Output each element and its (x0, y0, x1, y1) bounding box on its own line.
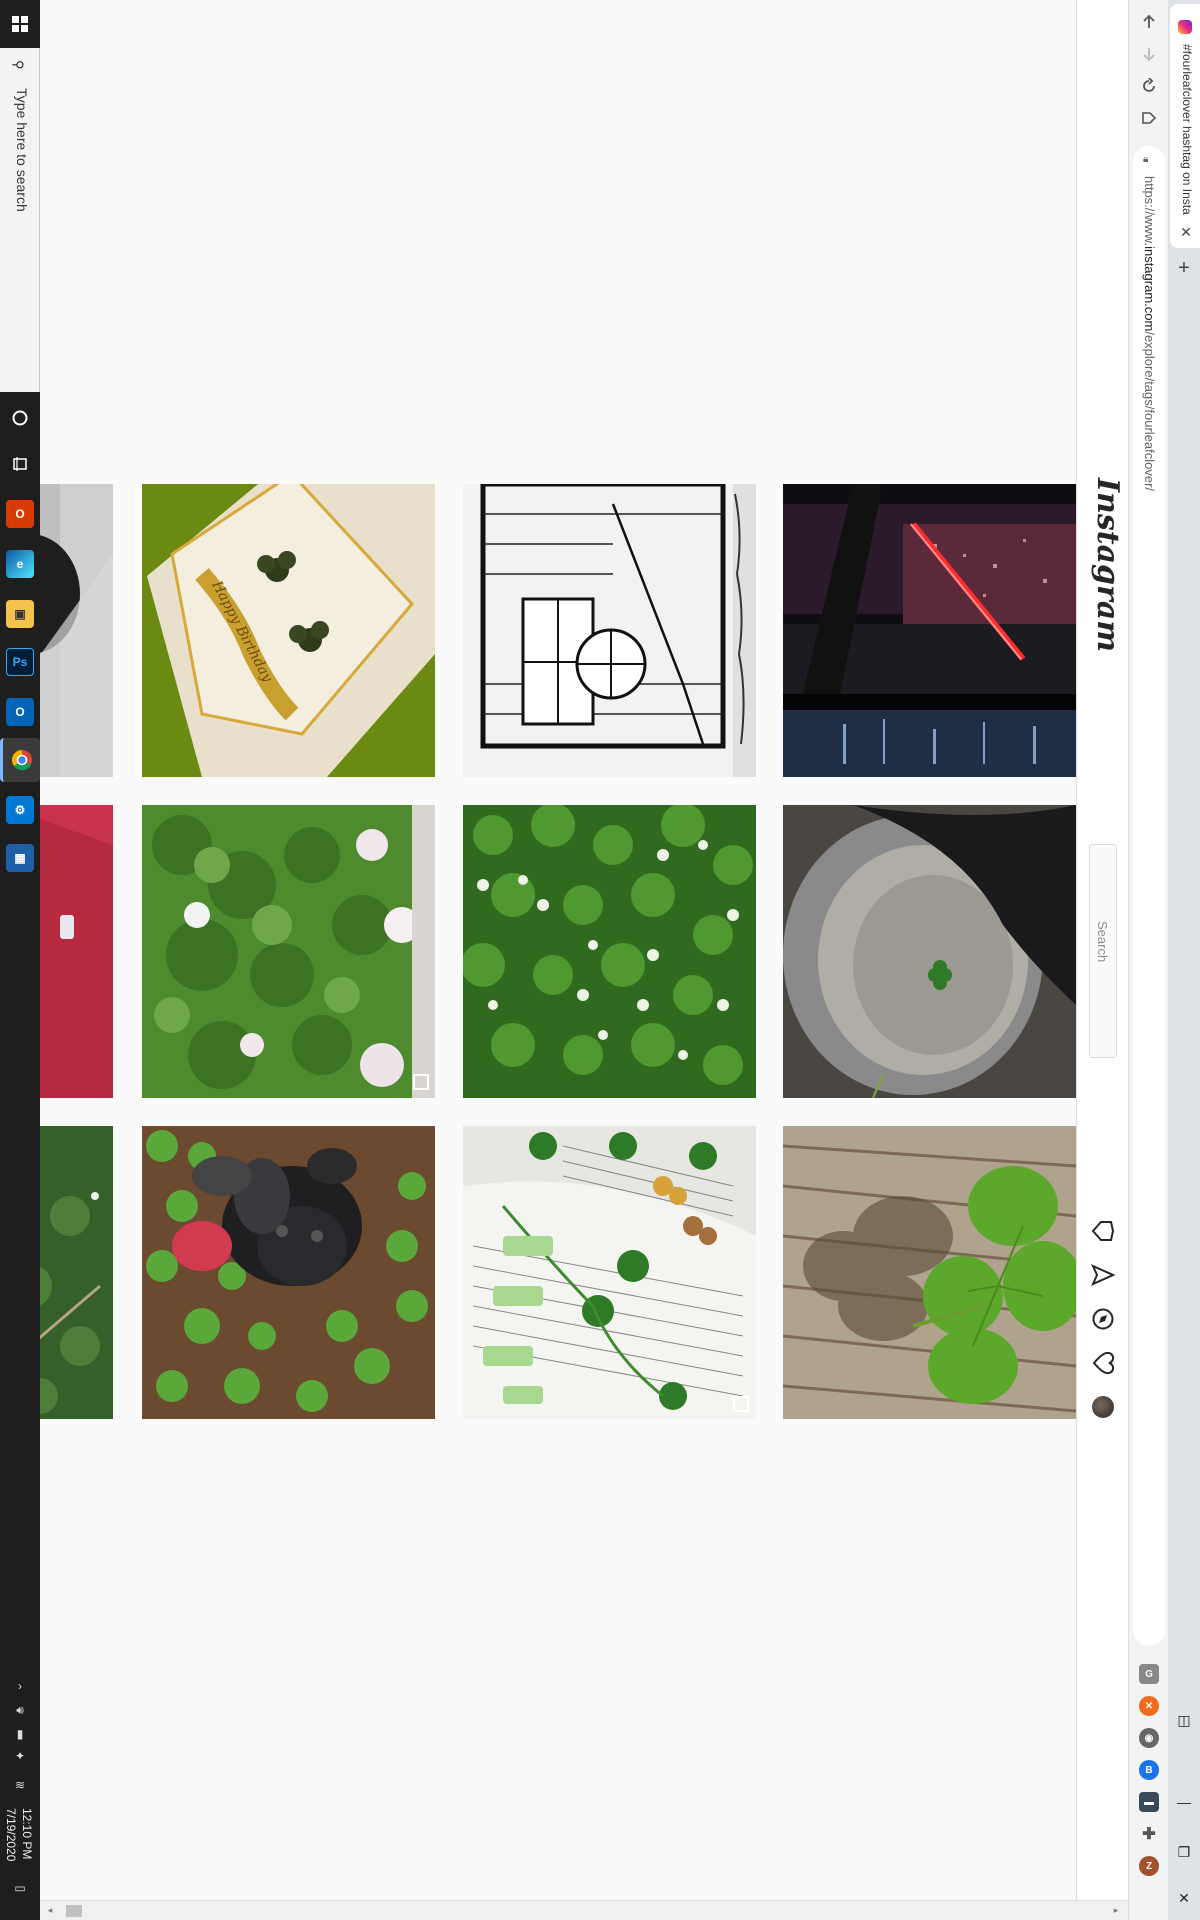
post-tile[interactable] (463, 805, 756, 1098)
instagram-header: Instagram Search (1076, 0, 1128, 1900)
extension-dark-icon[interactable]: ▬ (1139, 1792, 1159, 1812)
lock-icon: 🔒︎ (1143, 154, 1149, 165)
file-explorer-icon[interactable]: ▣ (6, 600, 34, 628)
grammarly-extension-icon[interactable]: G (1139, 1664, 1159, 1684)
post-tile[interactable] (463, 484, 756, 777)
battery-icon[interactable]: ▮ (0, 1724, 40, 1744)
extension-circle-icon[interactable]: ◉ (1139, 1728, 1159, 1748)
taskbar-search-placeholder: Type here to search (14, 88, 30, 212)
store-icon[interactable]: ▦ (6, 844, 34, 872)
activity-heart-icon[interactable] (1090, 1350, 1116, 1376)
avatar (1092, 1396, 1114, 1418)
tab-title: #fourleafclover hashtag on Insta (1180, 44, 1194, 215)
minimize-icon[interactable]: — (1172, 1790, 1196, 1814)
clock-time: 12:10 PM (20, 1808, 34, 1860)
maximize-restore-icon[interactable]: ◫ (1172, 1708, 1196, 1732)
scrollbar-thumb[interactable] (66, 1905, 82, 1917)
restore-icon[interactable]: ❐ (1172, 1840, 1196, 1864)
taskbar-search-box[interactable]: ⚲ Type here to search (0, 48, 40, 392)
wifi-icon[interactable]: ≋ (0, 1774, 40, 1796)
post-tile[interactable] (463, 1126, 756, 1419)
url-prefix: https://www. (1142, 176, 1157, 247)
tab-strip: #fourleafclover hashtag on Insta ✕ + ◫ —… (1168, 0, 1200, 1920)
reload-icon[interactable] (1137, 74, 1161, 98)
post-tile[interactable] (40, 1126, 113, 1419)
chevron-up-icon[interactable]: › (0, 1674, 40, 1698)
scroll-right-arrow-icon[interactable]: ▸ (1110, 1905, 1122, 1917)
forward-arrow-icon[interactable] (1137, 42, 1161, 66)
instagram-logo[interactable]: Instagram (1090, 478, 1125, 652)
home-icon[interactable] (1090, 1218, 1116, 1244)
post-tile[interactable] (142, 805, 435, 1098)
chrome-icon[interactable] (0, 738, 40, 782)
instagram-search-input[interactable]: Search (1089, 844, 1117, 1058)
search-icon: ⚲ (11, 60, 26, 70)
clock-date: 7/19/2020 (4, 1808, 18, 1862)
extensions-puzzle-icon[interactable]: ✚ (1139, 1824, 1159, 1844)
cortana-icon[interactable] (6, 404, 34, 432)
notification-icon[interactable]: ▭ (0, 1876, 40, 1900)
taskbar-clock[interactable]: 12:10 PM 7/19/2020 (4, 1808, 38, 1878)
profile-avatar[interactable] (1090, 1394, 1116, 1420)
settings-gear-icon[interactable]: ⚙ (6, 796, 34, 824)
instagram-favicon-icon (1178, 20, 1192, 34)
post-tile[interactable] (142, 1126, 435, 1419)
close-window-icon[interactable]: ✕ (1172, 1886, 1196, 1910)
horizontal-scrollbar[interactable]: ◂ ▸ (40, 1900, 1128, 1920)
back-arrow-icon[interactable] (1137, 10, 1161, 34)
post-tile[interactable] (783, 484, 1076, 777)
scroll-left-arrow-icon[interactable]: ◂ (44, 1905, 56, 1917)
url-text: https://www.instagram.com/explore/tags/f… (1142, 176, 1157, 491)
address-bar[interactable]: 🔒︎ https://www.instagram.com/explore/tag… (1133, 146, 1165, 1646)
extension-blue-icon[interactable]: B (1139, 1760, 1159, 1780)
edge-icon[interactable]: e (6, 550, 34, 578)
explore-compass-icon[interactable] (1090, 1306, 1116, 1332)
outlook-icon[interactable]: O (6, 698, 34, 726)
windows-logo-icon (12, 16, 28, 32)
post-tile[interactable] (783, 1126, 1076, 1419)
task-view-icon[interactable] (6, 450, 34, 478)
dropbox-icon[interactable]: ✦ (0, 1746, 40, 1766)
post-tile[interactable] (40, 805, 113, 1098)
start-button[interactable] (0, 0, 40, 48)
browser-toolbar: 🔒︎ https://www.instagram.com/explore/tag… (1128, 0, 1168, 1920)
tab-close-icon[interactable]: ✕ (1178, 224, 1194, 240)
instagram-explore-grid: Happy Birthday (40, 0, 1076, 1900)
url-path: /explore/tags/fourleafclover/ (1142, 331, 1157, 492)
windows-taskbar: ⚲ Type here to search O e ▣ Ps O ⚙ ▦ › 🔊… (0, 0, 40, 1920)
post-tile[interactable] (783, 805, 1076, 1098)
post-tile[interactable]: Happy Birthday (142, 484, 435, 777)
extension-orange-icon[interactable]: ✕ (1139, 1696, 1159, 1716)
tab-instagram[interactable]: #fourleafclover hashtag on Insta ✕ (1170, 4, 1200, 248)
direct-message-icon[interactable] (1090, 1262, 1116, 1288)
photoshop-icon[interactable]: Ps (6, 648, 34, 676)
instagram-search-placeholder: Search (1095, 921, 1110, 963)
profile-icon[interactable]: Z (1139, 1856, 1159, 1876)
post-tile[interactable] (40, 484, 113, 777)
new-tab-icon[interactable]: + (1174, 258, 1194, 278)
url-domain: instagram.com (1142, 246, 1157, 332)
speaker-icon[interactable]: 🔊︎ (0, 1700, 40, 1720)
office-icon[interactable]: O (6, 500, 34, 528)
home-icon[interactable] (1137, 106, 1161, 130)
